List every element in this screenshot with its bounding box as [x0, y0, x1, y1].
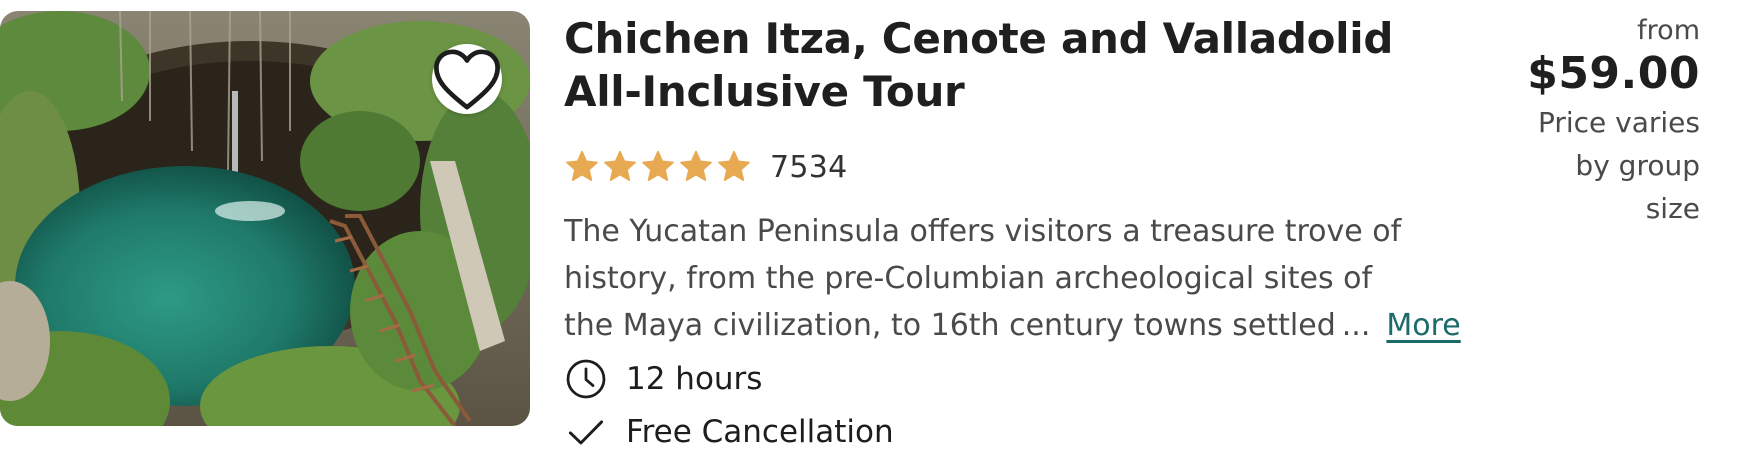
tour-photo[interactable]	[0, 11, 530, 426]
duration-text: 12 hours	[626, 361, 763, 397]
description-line-truncated: the Maya civilization, to 16th century t…	[564, 302, 1464, 349]
cancellation-text: Free Cancellation	[626, 414, 894, 450]
tour-listing-card[interactable]: Chichen Itza, Cenote and Valladolid All-…	[0, 0, 1737, 450]
duration-row: 12 hours	[564, 356, 762, 402]
review-count: 7534	[770, 149, 848, 185]
price-from-label: from	[1637, 15, 1700, 46]
tour-title-line1: Chichen Itza, Cenote and Valladolid	[564, 14, 1394, 63]
tour-title-line2: All-Inclusive Tour	[564, 67, 965, 116]
description-ellipsis: ...	[1341, 308, 1371, 343]
description-line: the Maya civilization, to 16th century t…	[564, 308, 1336, 343]
star-rating	[564, 149, 752, 185]
star-icon	[566, 150, 598, 181]
tour-description: The Yucatan Peninsula offers visitors a …	[564, 208, 1464, 349]
cancellation-row: Free Cancellation	[564, 409, 894, 455]
tour-title[interactable]: Chichen Itza, Cenote and Valladolid All-…	[564, 12, 1464, 118]
price-note-line: size	[1645, 192, 1700, 225]
more-link[interactable]: More	[1386, 302, 1460, 349]
heart-icon	[434, 48, 500, 110]
price-amount: $59.00	[1527, 48, 1700, 99]
price-note-line: by group	[1575, 149, 1700, 182]
clock-icon	[566, 359, 606, 399]
description-line: history, from the pre-Columbian archeolo…	[564, 261, 1373, 296]
price-block: from $59.00 Price varies by group size	[1460, 14, 1700, 230]
star-icon	[718, 150, 750, 181]
rating-row[interactable]: 7534	[564, 146, 848, 188]
checkmark-icon	[568, 420, 604, 445]
star-icon	[604, 150, 636, 181]
star-icon	[680, 150, 712, 181]
star-icon	[642, 150, 674, 181]
description-line: The Yucatan Peninsula offers visitors a …	[564, 214, 1402, 249]
price-note-line: Price varies	[1537, 106, 1700, 139]
favorite-button[interactable]	[432, 44, 502, 114]
price-note: Price varies by group size	[1460, 101, 1700, 230]
